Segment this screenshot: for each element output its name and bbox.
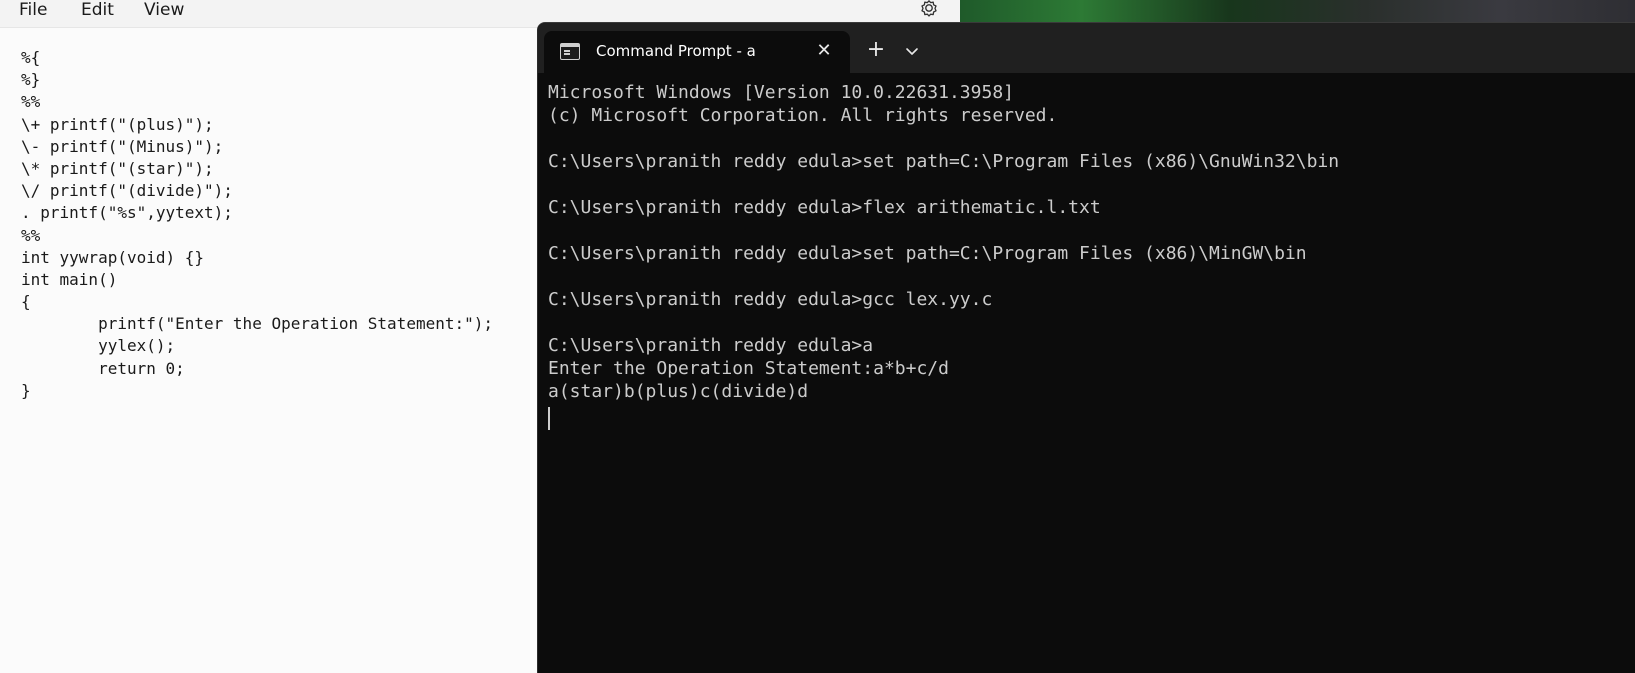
console-line: C:\Users\pranith reddy edula>flex arithe… <box>548 197 1101 218</box>
console-line: C:\Users\pranith reddy edula>set path=C:… <box>548 243 1307 264</box>
tab-command-prompt[interactable]: Command Prompt - a ✕ <box>544 31 850 73</box>
terminal-window: Command Prompt - a ✕ + Microsoft Windows… <box>537 22 1635 673</box>
code-line: . printf("%s",yytext); <box>21 203 233 223</box>
desktop-wallpaper <box>960 0 1635 24</box>
code-line: %% <box>21 92 41 112</box>
console-line: Enter the Operation Statement:a*b+c/d <box>548 358 949 379</box>
console-line: Microsoft Windows [Version 10.0.22631.39… <box>548 82 1014 103</box>
code-line: %} <box>21 70 41 90</box>
code-line: \- printf("(Minus)"); <box>21 136 224 156</box>
console-line: C:\Users\pranith reddy edula>set path=C:… <box>548 151 1340 172</box>
console-line: a(star)b(plus)c(divide)d <box>548 381 809 402</box>
code-line: \+ printf("(plus)"); <box>21 114 214 134</box>
terminal-titlebar: Command Prompt - a ✕ + <box>538 23 1635 73</box>
close-icon[interactable]: ✕ <box>812 39 836 63</box>
menu-edit[interactable]: Edit <box>81 0 114 22</box>
text-editor[interactable]: %{%}%% \+ printf("(plus)"); \- printf("(Mi… <box>21 47 541 402</box>
menu-view[interactable]: View <box>144 0 184 22</box>
code-line: \* printf("(star)"); <box>21 158 214 178</box>
code-line: int main() <box>21 269 118 289</box>
code-line: %% <box>21 225 41 245</box>
code-line: int yywrap(void) {} <box>21 247 205 267</box>
code-line: return 0; <box>21 358 185 378</box>
terminal-icon <box>560 43 580 60</box>
chevron-down-icon[interactable] <box>900 39 924 63</box>
console-line: C:\Users\pranith reddy edula>a <box>548 335 874 356</box>
gear-icon[interactable] <box>918 0 940 20</box>
code-line: } <box>21 380 31 400</box>
code-line: yylex(); <box>21 336 176 356</box>
console-line: C:\Users\pranith reddy edula>gcc lex.yy.… <box>548 289 993 310</box>
console-output[interactable]: Microsoft Windows [Version 10.0.22631.39… <box>548 81 1628 403</box>
code-line: %{ <box>21 48 41 67</box>
tab-title: Command Prompt - a <box>596 42 756 60</box>
plus-icon[interactable]: + <box>864 39 888 63</box>
text-cursor <box>548 407 550 430</box>
code-line: { <box>21 292 31 312</box>
code-line: \/ printf("(divide)"); <box>21 181 233 201</box>
console-line: (c) Microsoft Corporation. All rights re… <box>548 105 1058 126</box>
code-line: printf("Enter the Operation Statement:")… <box>21 314 494 334</box>
menu-file[interactable]: File <box>19 0 47 22</box>
